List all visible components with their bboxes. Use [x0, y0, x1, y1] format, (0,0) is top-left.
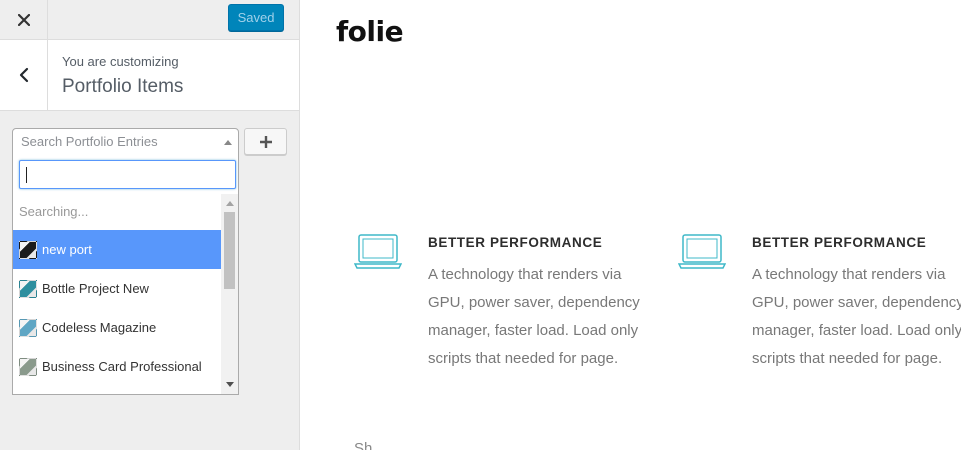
- chevron-left-icon: [19, 67, 28, 83]
- scroll-up-icon[interactable]: [226, 201, 234, 206]
- close-icon: [17, 14, 30, 26]
- portfolio-search-select[interactable]: Search Portfolio Entries: [12, 128, 239, 156]
- scroll-thumb[interactable]: [224, 212, 235, 289]
- section-header: You are customizing Portfolio Items: [0, 40, 299, 111]
- feature-text: A technology that renders via GPU, power…: [752, 266, 961, 367]
- option-label: new port: [42, 242, 92, 257]
- feature-text: A technology that renders via GPU, power…: [428, 266, 640, 367]
- close-button[interactable]: [0, 0, 48, 40]
- saved-button[interactable]: Saved: [228, 4, 284, 31]
- dropdown-search-input[interactable]: [19, 160, 236, 189]
- searching-status: Searching...: [19, 204, 89, 219]
- option-label: Codeless Magazine: [42, 320, 157, 335]
- option-label: Bottle Project New: [42, 281, 149, 296]
- laptop-icon: [678, 234, 726, 269]
- customizer-header: Saved: [0, 0, 299, 40]
- search-select-placeholder: Search Portfolio Entries: [21, 134, 158, 149]
- option-thumbnail: [19, 318, 37, 337]
- customizing-label: You are customizing: [62, 54, 179, 69]
- option-thumbnail: [19, 279, 37, 298]
- dropdown-results: Searching... new port Bottle Project New C…: [13, 194, 222, 394]
- text-caret: [26, 167, 27, 183]
- option-thumbnail: [19, 240, 37, 259]
- dropdown-option[interactable]: new port: [13, 230, 222, 269]
- feature-title: BETTER PERFORMANCE: [752, 235, 927, 250]
- scroll-down-icon[interactable]: [226, 382, 234, 387]
- dropdown-option[interactable]: Bottle Project New: [13, 269, 222, 308]
- back-button[interactable]: [0, 40, 48, 110]
- search-dropdown: Searching... new port Bottle Project New C…: [12, 155, 239, 395]
- site-logo[interactable]: folie: [336, 15, 404, 48]
- dropdown-scrollbar[interactable]: [221, 194, 238, 394]
- laptop-icon: [354, 234, 402, 269]
- section-title: Portfolio Items: [62, 76, 184, 97]
- customizer-sidebar: Saved You are customizing Portfolio Item…: [0, 0, 300, 450]
- plus-icon: [259, 135, 272, 148]
- feature-title: BETTER PERFORMANCE: [428, 235, 603, 250]
- site-preview: folie BETTER PERFORMANCE A technology th…: [300, 0, 961, 450]
- add-item-button[interactable]: [244, 128, 287, 155]
- chevron-up-icon: [224, 140, 232, 145]
- dropdown-option[interactable]: Codeless Magazine: [13, 308, 222, 347]
- option-label: Business Card Professional: [42, 359, 202, 374]
- partial-text: Sh: [354, 440, 373, 450]
- dropdown-option[interactable]: Business Card Professional: [13, 347, 222, 386]
- option-thumbnail: [19, 357, 37, 376]
